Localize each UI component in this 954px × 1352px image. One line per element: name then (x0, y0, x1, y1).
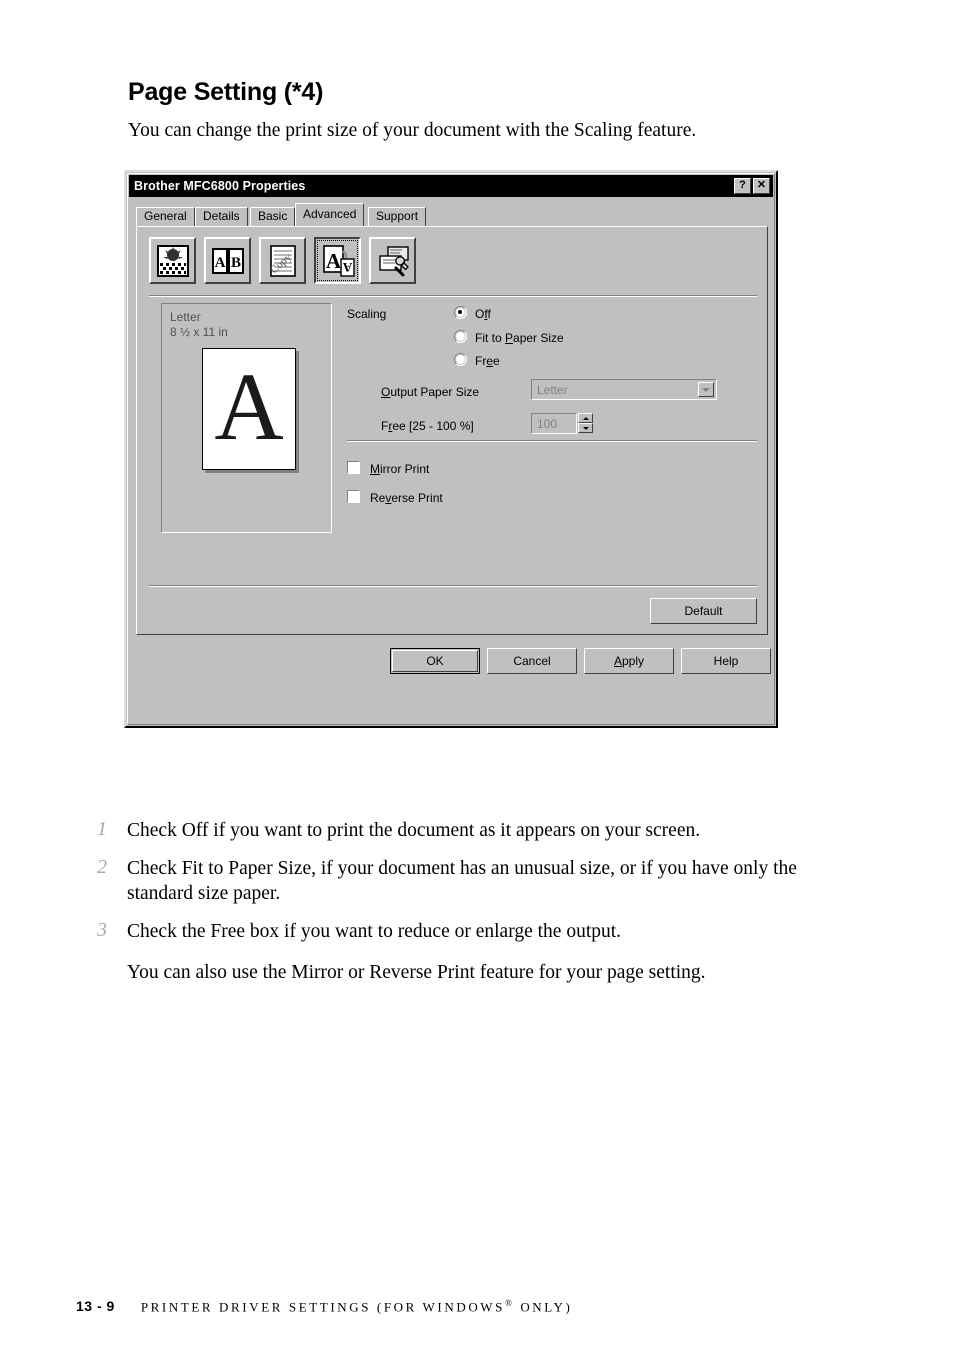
spinner-down-icon[interactable] (578, 423, 593, 433)
chevron-down-icon[interactable] (698, 382, 714, 397)
page-footer: 13 - 9 PRINTER DRIVER SETTINGS (FOR WIND… (76, 1298, 572, 1315)
steps-note: You can also use the Mirror or Reverse P… (127, 962, 706, 983)
device-options-wrench-icon-art (378, 245, 409, 276)
instruction-steps: 1 Check Off if you want to print the doc… (97, 818, 837, 985)
watermark-copy-icon-art: Copy (268, 244, 296, 277)
tab-details[interactable]: Details (195, 207, 248, 226)
footer-title-prefix: PRINTER DRIVER SETTINGS (FOR WINDOWS (140, 1299, 506, 1315)
ok-button[interactable]: OK (390, 648, 480, 674)
preview-sheet: A (202, 348, 296, 470)
default-section-divider (149, 585, 757, 587)
svg-text:A: A (214, 255, 225, 271)
apply-button-label: Apply (613, 654, 645, 668)
preview-paper-name: Letter (170, 310, 201, 324)
dialog-titlebar: Brother MFC6800 Properties ? ✕ (129, 175, 773, 197)
page-setting-icon[interactable]: A A (314, 237, 361, 284)
quality-halftone-icon[interactable] (149, 237, 196, 284)
radio-scaling-off[interactable] (454, 306, 467, 319)
step-text: Check Fit to Paper Size, if your documen… (127, 858, 797, 904)
step-item: 1 Check Off if you want to print the doc… (97, 818, 837, 843)
apply-button[interactable]: Apply (584, 648, 674, 674)
ok-button-label: OK (426, 654, 444, 668)
step-item: 2 Check Fit to Paper Size, if your docum… (97, 856, 837, 906)
svg-text:A: A (342, 260, 352, 275)
tab-basic[interactable]: Basic (250, 207, 296, 226)
radio-free-label: Free (475, 354, 500, 368)
tab-strip: General Details Basic Advanced Support (136, 203, 768, 226)
step-number: 1 (97, 818, 107, 840)
page-setting-icon-art: A A (322, 244, 355, 277)
help-action-button[interactable]: Help (681, 648, 771, 674)
watermark-copy-icon[interactable]: Copy (259, 237, 306, 284)
quality-halftone-icon-art (156, 244, 189, 277)
step-number: 2 (97, 856, 107, 878)
multipage-ab-icon[interactable]: A B (204, 237, 251, 284)
multipage-ab-icon-art: A B (211, 247, 244, 274)
free-percent-spinner[interactable] (578, 413, 593, 434)
svg-text:B: B (230, 255, 240, 271)
preview-sheet-glyph: A (214, 353, 284, 460)
step-text: Check the Free box if you want to reduce… (127, 921, 622, 942)
tab-general[interactable]: General (136, 207, 195, 226)
footer-page-number: 13 - 9 (76, 1298, 115, 1315)
radio-fit-to-paper-size-label: Fit to Paper Size (475, 331, 564, 345)
radio-free[interactable] (454, 353, 467, 366)
radio-fit-to-paper-size[interactable] (454, 330, 467, 343)
preview-paper-size: 8 ½ x 11 in (170, 325, 228, 339)
free-percent-input[interactable]: 100 (531, 413, 577, 434)
advanced-feature-toolbar: A B Copy A A (149, 237, 416, 284)
output-paper-size-dropdown[interactable]: Letter (531, 379, 717, 400)
step-item: 3 Check the Free box if you want to redu… (97, 919, 837, 944)
device-options-wrench-icon[interactable] (369, 237, 416, 284)
output-paper-size-label: Output Paper Size (381, 385, 480, 399)
tab-advanced[interactable]: Advanced (295, 203, 365, 226)
page-intro-text: You can change the print size of your do… (128, 120, 697, 141)
toolbar-divider (149, 295, 757, 297)
titlebar-button-group: ? ✕ (734, 178, 770, 194)
help-button[interactable]: ? (734, 178, 751, 194)
checkbox-reverse-print-label: Reverse Print (370, 491, 443, 505)
scaling-group-label: Scaling (347, 307, 387, 321)
checkbox-mirror-print-label: Mirror Print (370, 462, 430, 476)
scaling-section-divider (347, 440, 757, 442)
dialog-title: Brother MFC6800 Properties (134, 179, 306, 193)
page-title: Page Setting (*4) (128, 78, 324, 106)
page-preview-panel: Letter 8 ½ x 11 in A (161, 303, 332, 533)
cancel-button[interactable]: Cancel (487, 648, 577, 674)
close-button[interactable]: ✕ (753, 178, 770, 194)
footer-title-suffix: ONLY) (514, 1299, 573, 1315)
radio-scaling-off-label: Off (475, 307, 491, 321)
checkbox-mirror-print[interactable] (347, 461, 360, 474)
advanced-tab-panel: A B Copy A A Letter 8 ½ x 11 in A Scalin… (136, 226, 768, 635)
printer-properties-dialog: Brother MFC6800 Properties ? ✕ General D… (124, 170, 778, 728)
default-button[interactable]: Default (650, 598, 757, 624)
free-percent-label: Free [25 - 100 %] (381, 419, 474, 433)
preview-paper-label: Letter 8 ½ x 11 in (170, 310, 228, 340)
checkbox-reverse-print[interactable] (347, 490, 360, 503)
step-number: 3 (97, 919, 107, 941)
svg-text:A: A (325, 249, 341, 273)
output-paper-size-value: Letter (537, 383, 568, 397)
tab-support[interactable]: Support (368, 207, 427, 226)
step-text: Check Off if you want to print the docum… (127, 820, 701, 841)
spinner-up-icon[interactable] (578, 413, 593, 423)
footer-chapter-title: PRINTER DRIVER SETTINGS (FOR WINDOWS® ON… (141, 1298, 573, 1315)
free-percent-value: 100 (537, 417, 558, 431)
